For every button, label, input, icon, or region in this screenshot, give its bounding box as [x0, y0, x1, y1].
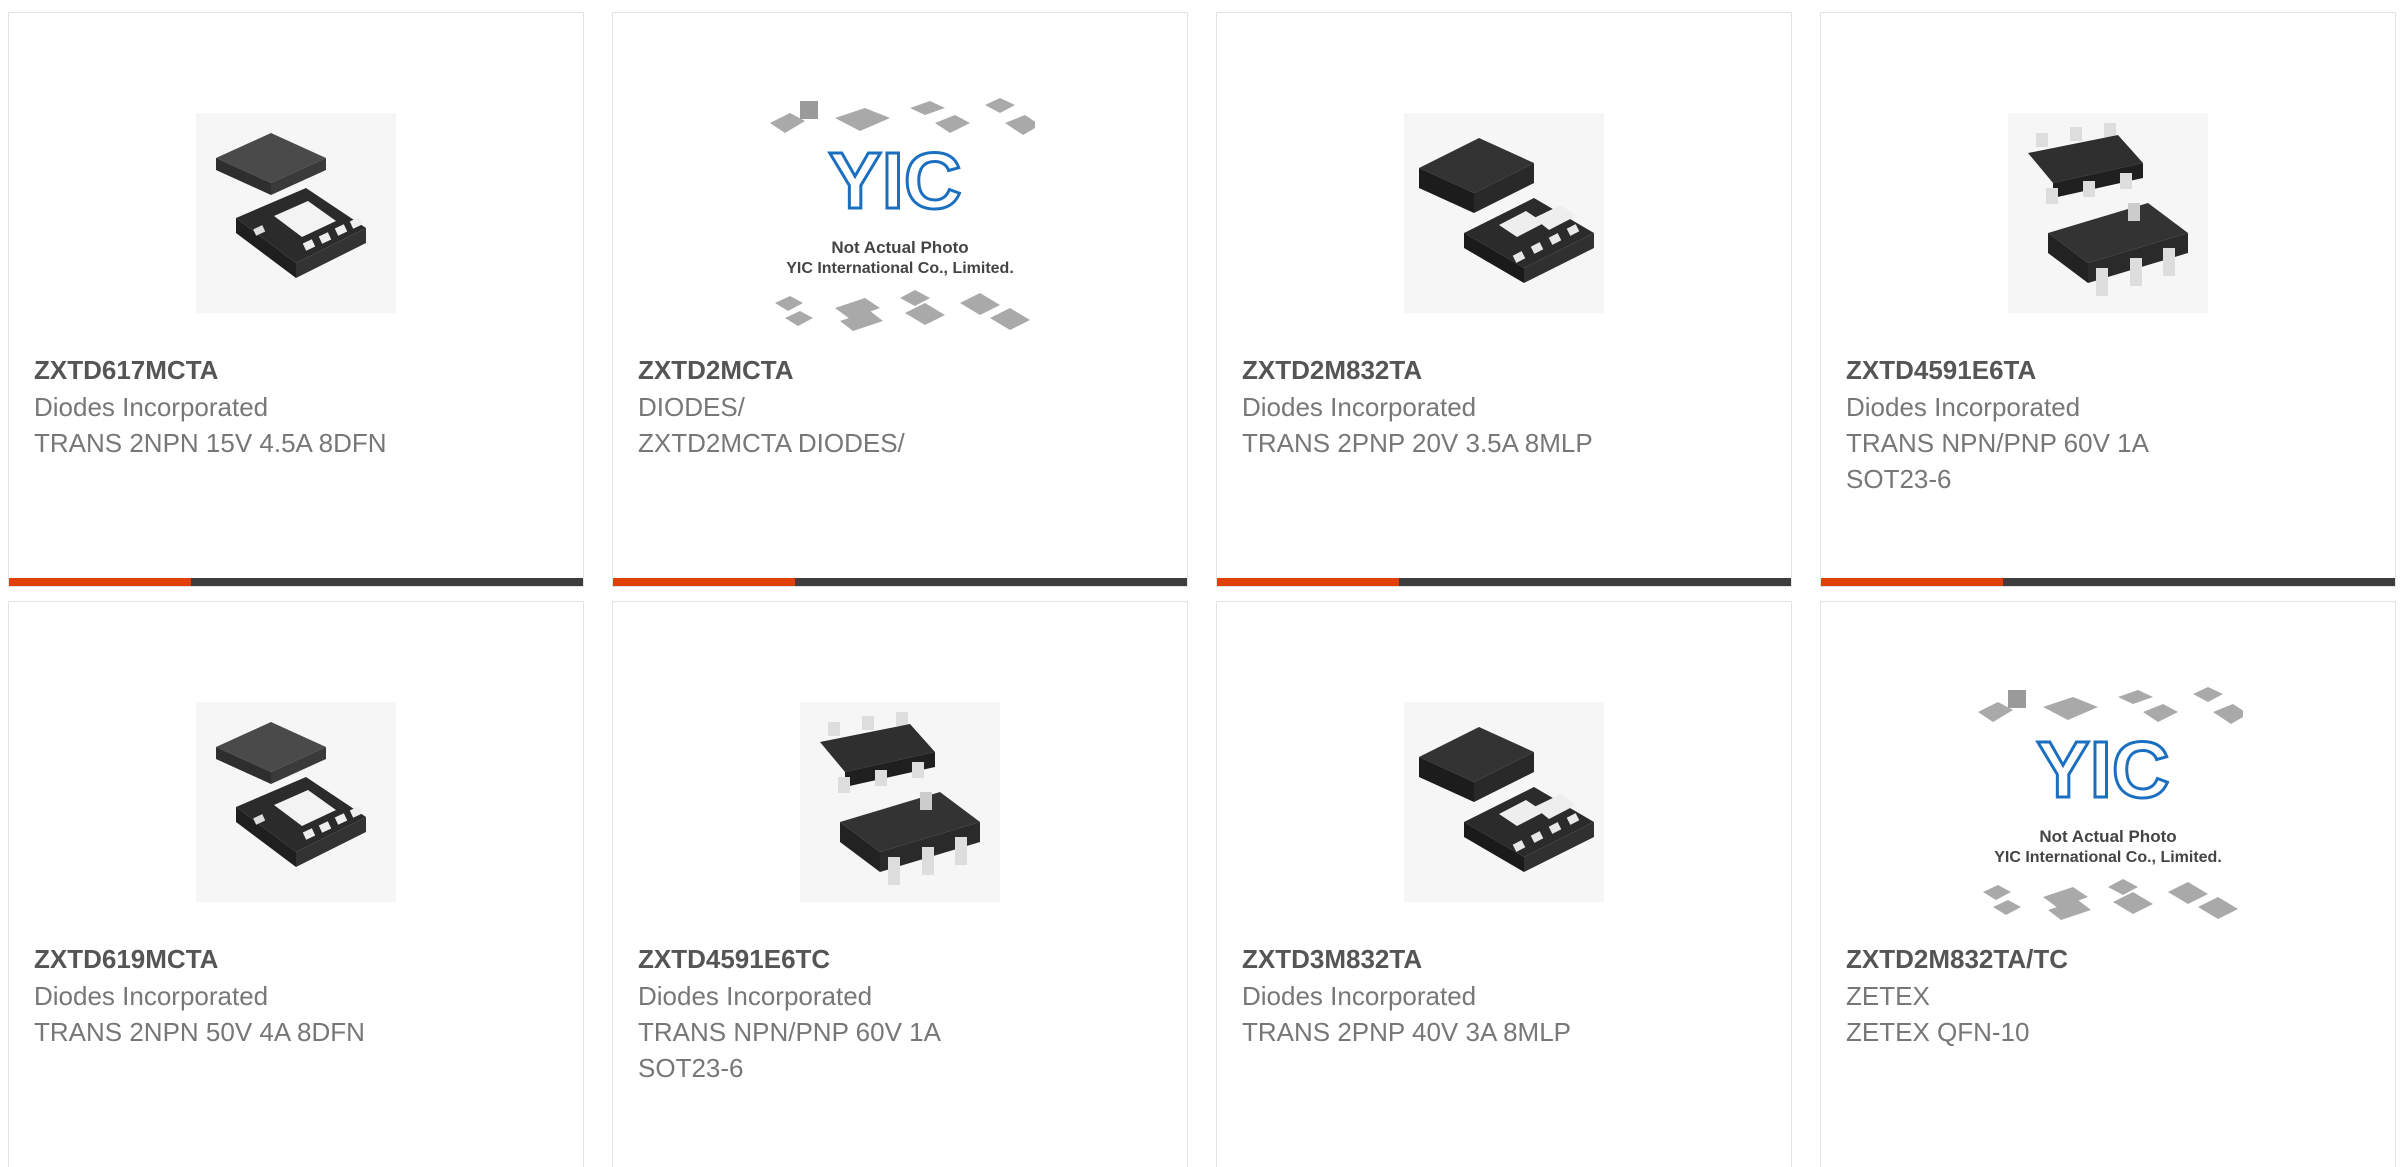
description: ZETEX QFN-10 — [1846, 1017, 2030, 1047]
product-image[interactable] — [9, 662, 583, 942]
card-footer-accent — [1217, 578, 1399, 586]
description: TRANS 2PNP 40V 3A 8MLP — [1242, 1017, 1572, 1047]
product-image[interactable]: YIC Not Actual Photo YIC International C… — [1821, 662, 2395, 942]
dfn8-package-icon — [196, 702, 396, 902]
placeholder-line2: YIC International Co., Limited. — [1994, 849, 2222, 866]
sot23-6-package-icon — [800, 702, 1000, 902]
mlp8-package-icon — [1404, 702, 1604, 902]
yic-placeholder-icon: YIC Not Actual Photo YIC International C… — [770, 98, 1035, 331]
part-number[interactable]: ZXTD2M832TA/TC — [1846, 940, 2375, 978]
description: TRANS 2NPN 50V 4A 8DFN — [34, 1017, 365, 1047]
product-card[interactable]: YIC Not Actual Photo YIC International C… — [612, 12, 1188, 587]
product-image[interactable] — [1217, 662, 1791, 942]
card-footer-accent — [613, 578, 795, 586]
card-footer-accent — [1821, 578, 2003, 586]
manufacturer: ZETEX — [1846, 981, 1930, 1011]
description: TRANS 2PNP 20V 3.5A 8MLP — [1242, 428, 1593, 458]
dfn8-package-icon — [196, 113, 396, 313]
part-number[interactable]: ZXTD617MCTA — [34, 351, 563, 389]
part-number[interactable]: ZXTD3M832TA — [1242, 940, 1771, 978]
product-card[interactable]: YIC Not Actual Photo YIC International C… — [1820, 601, 2396, 1167]
manufacturer: DIODES/ — [638, 392, 745, 422]
part-number[interactable]: ZXTD4591E6TC — [638, 940, 1167, 978]
placeholder-line1: Not Actual Photo — [831, 238, 968, 257]
product-image[interactable] — [613, 662, 1187, 942]
manufacturer: Diodes Incorporated — [34, 392, 269, 422]
manufacturer: Diodes Incorporated — [1846, 392, 2081, 422]
card-footer-bar — [1217, 578, 1791, 586]
manufacturer: Diodes Incorporated — [1242, 392, 1477, 422]
product-card[interactable]: ZXTD617MCTA Diodes Incorporated TRANS 2N… — [8, 12, 584, 587]
placeholder-line1: Not Actual Photo — [2039, 827, 2176, 846]
mlp8-package-icon — [1404, 113, 1604, 313]
card-footer-bar — [9, 578, 583, 586]
product-card[interactable]: ZXTD4591E6TA Diodes Incorporated TRANS N… — [1820, 12, 2396, 587]
card-footer-bar — [613, 578, 1187, 586]
description: TRANS 2NPN 15V 4.5A 8DFN — [34, 428, 387, 458]
product-card[interactable]: ZXTD619MCTA Diodes Incorporated TRANS 2N… — [8, 601, 584, 1167]
description: ZXTD2MCTA DIODES/ — [638, 428, 905, 458]
product-card[interactable]: ZXTD3M832TA Diodes Incorporated TRANS 2P… — [1216, 601, 1792, 1167]
card-footer-accent — [9, 578, 191, 586]
product-image[interactable] — [9, 73, 583, 353]
product-grid: ZXTD617MCTA Diodes Incorporated TRANS 2N… — [0, 0, 2400, 1167]
placeholder-line2: YIC International Co., Limited. — [786, 260, 1014, 277]
product-image[interactable]: YIC Not Actual Photo YIC International C… — [613, 73, 1187, 353]
yic-placeholder-icon: YIC Not Actual Photo YIC International C… — [1978, 687, 2243, 920]
description: TRANS NPN/PNP 60V 1A SOT23-6 — [1846, 428, 2148, 494]
manufacturer: Diodes Incorporated — [638, 981, 873, 1011]
sot23-6-package-icon — [2008, 113, 2208, 313]
product-image[interactable] — [1821, 73, 2395, 353]
product-card[interactable]: ZXTD4591E6TC Diodes Incorporated TRANS N… — [612, 601, 1188, 1167]
product-image[interactable] — [1217, 73, 1791, 353]
card-footer-bar — [1821, 578, 2395, 586]
part-number[interactable]: ZXTD4591E6TA — [1846, 351, 2375, 389]
manufacturer: Diodes Incorporated — [34, 981, 269, 1011]
yic-logo-icon: YIC — [2036, 725, 2169, 814]
part-number[interactable]: ZXTD619MCTA — [34, 940, 563, 978]
part-number[interactable]: ZXTD2M832TA — [1242, 351, 1771, 389]
yic-logo-icon: YIC — [828, 136, 961, 225]
description: TRANS NPN/PNP 60V 1A SOT23-6 — [638, 1017, 940, 1083]
manufacturer: Diodes Incorporated — [1242, 981, 1477, 1011]
product-card[interactable]: ZXTD2M832TA Diodes Incorporated TRANS 2P… — [1216, 12, 1792, 587]
part-number[interactable]: ZXTD2MCTA — [638, 351, 1167, 389]
